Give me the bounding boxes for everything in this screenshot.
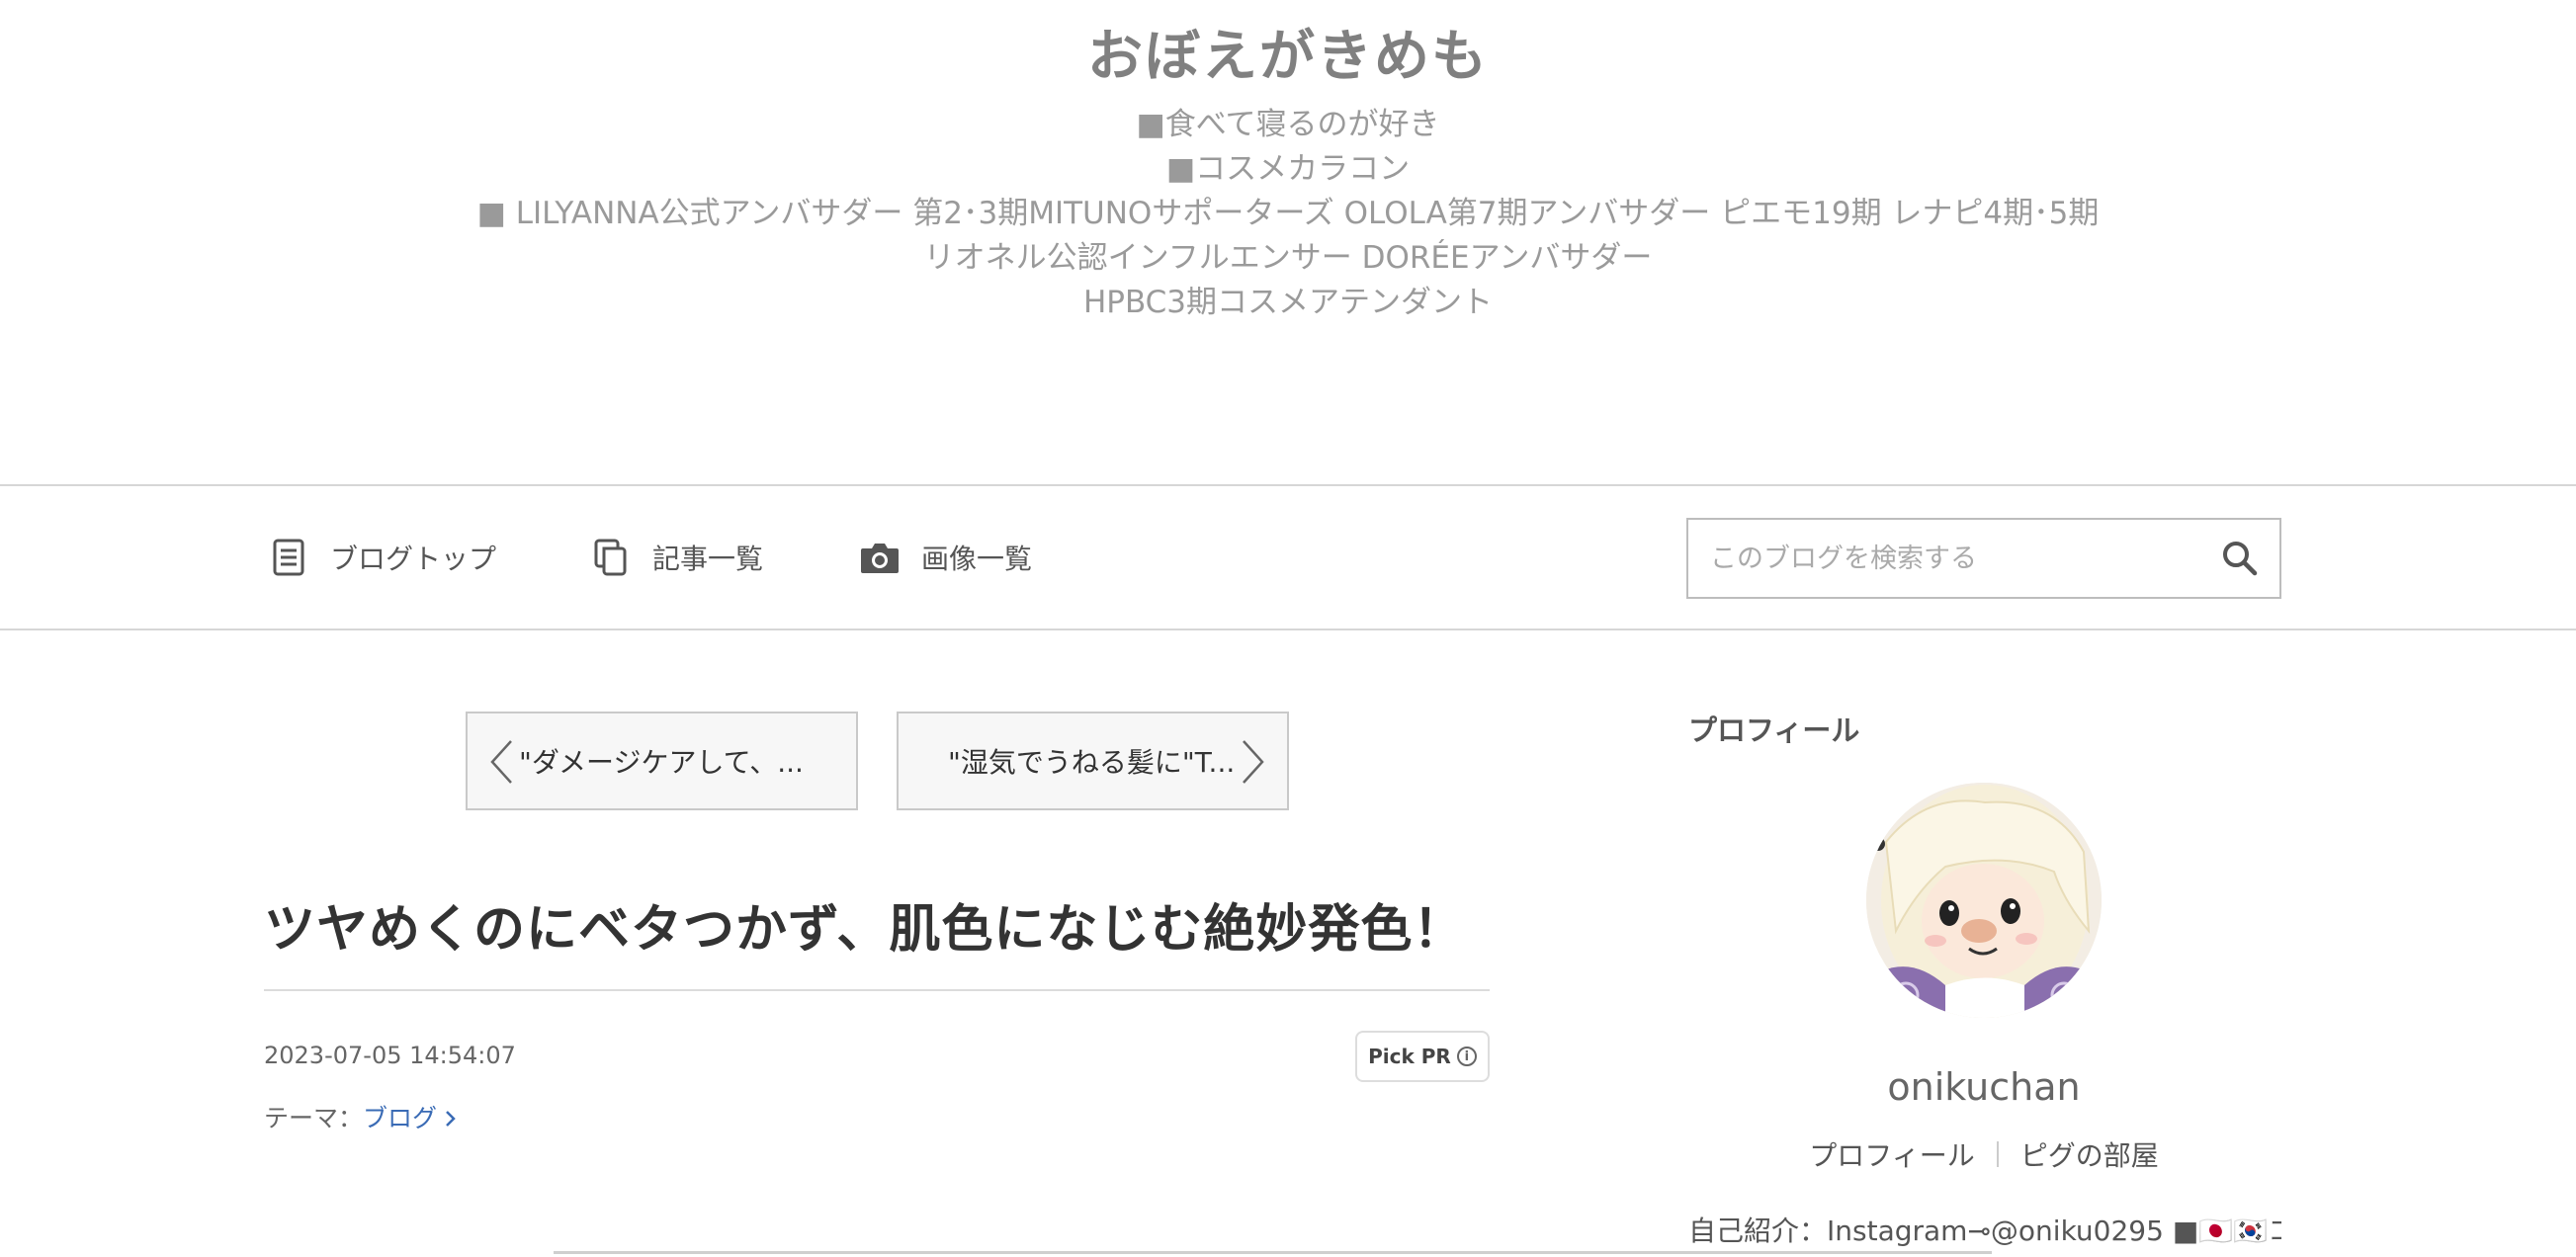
blog-search bbox=[1686, 518, 2281, 599]
profile-links: プロフィール ピグの部屋 bbox=[1686, 1134, 2281, 1174]
nav-image-list-label: 画像一覧 bbox=[921, 543, 1033, 575]
profile-intro: 自己紹介：Instagram⊸@oniku0295 ■🇯🇵🇰🇷コ bbox=[1688, 1215, 2281, 1247]
prev-article-label: "ダメージケアして、... bbox=[519, 746, 804, 779]
pick-pr-label: Pick PR bbox=[1368, 1045, 1451, 1068]
entry-title: ツヤめくのにベタつかず、肌色になじむ絶妙発色！ bbox=[264, 900, 1466, 960]
link-separator bbox=[1996, 1141, 1999, 1167]
pick-pr-button[interactable]: Pick PR i bbox=[1355, 1031, 1490, 1082]
nav-image-list[interactable]: 画像一覧 bbox=[860, 486, 1032, 628]
search-icon bbox=[2223, 542, 2258, 576]
description-line: ■食べて寝るのが好き bbox=[1136, 107, 1440, 142]
description-line: リオネル公認インフルエンサー DORÉEアンバサダー bbox=[923, 240, 1653, 276]
avatar-image bbox=[1866, 783, 2102, 1018]
search-input[interactable] bbox=[1688, 520, 2200, 597]
next-article-label: "湿気でうねる髪に"T... bbox=[948, 746, 1236, 779]
blog-description: ■食べて寝るのが好き ■コスメカラコン ■ LILYANNA公式アンバサダー 第… bbox=[0, 103, 2576, 325]
entry-theme: テーマ：ブログ bbox=[264, 1099, 457, 1134]
entry-date: 2023-07-05 14:54:07 bbox=[264, 1042, 516, 1069]
global-nav: ブログトップ 記事一覧 画像一覧 bbox=[0, 486, 2576, 628]
nav-blog-top[interactable]: ブログトップ bbox=[269, 486, 496, 628]
camera-icon bbox=[860, 538, 900, 577]
theme-link-label: ブログ bbox=[363, 1104, 438, 1132]
blog-header: おぼえがきめも ■食べて寝るのが好き ■コスメカラコン ■ LILYANNA公式… bbox=[0, 0, 2576, 484]
description-line: ■ LILYANNA公式アンバサダー 第2･3期MITUNOサポーターズ OLO… bbox=[476, 196, 2100, 231]
nav-divider bbox=[0, 628, 2576, 630]
entry-title-divider bbox=[264, 989, 1490, 991]
nav-blog-top-label: ブログトップ bbox=[330, 543, 497, 575]
prev-article-button[interactable]: "ダメージケアして、... bbox=[466, 712, 858, 810]
theme-prefix: テーマ： bbox=[264, 1104, 364, 1132]
nav-article-list-label: 記事一覧 bbox=[652, 543, 764, 575]
info-icon: i bbox=[1456, 1047, 1477, 1066]
nav-article-list[interactable]: 記事一覧 bbox=[591, 486, 763, 628]
theme-link[interactable]: ブログ bbox=[363, 1104, 457, 1132]
description-line: HPBC3期コスメアテンダント bbox=[1082, 285, 1494, 320]
chevron-right-icon bbox=[1243, 740, 1264, 784]
pigg-room-link[interactable]: ピグの部屋 bbox=[2020, 1134, 2159, 1174]
chevron-right-small-icon bbox=[446, 1111, 456, 1127]
profile-link[interactable]: プロフィール bbox=[1809, 1134, 1974, 1174]
profile-heading: プロフィール bbox=[1688, 713, 1860, 747]
profile-name[interactable]: onikuchan bbox=[1686, 1065, 2281, 1109]
chevron-left-icon bbox=[490, 740, 512, 784]
avatar[interactable] bbox=[1866, 783, 2102, 1018]
document-list-icon bbox=[269, 538, 308, 577]
bottom-scroll-indicator bbox=[554, 1251, 1992, 1254]
description-line: ■コスメカラコン bbox=[1165, 151, 1411, 187]
blog-title[interactable]: おぼえがきめも bbox=[0, 12, 2576, 92]
search-button[interactable] bbox=[2200, 520, 2279, 597]
copy-pages-icon bbox=[591, 538, 631, 577]
next-article-button[interactable]: "湿気でうねる髪に"T... bbox=[897, 712, 1289, 810]
